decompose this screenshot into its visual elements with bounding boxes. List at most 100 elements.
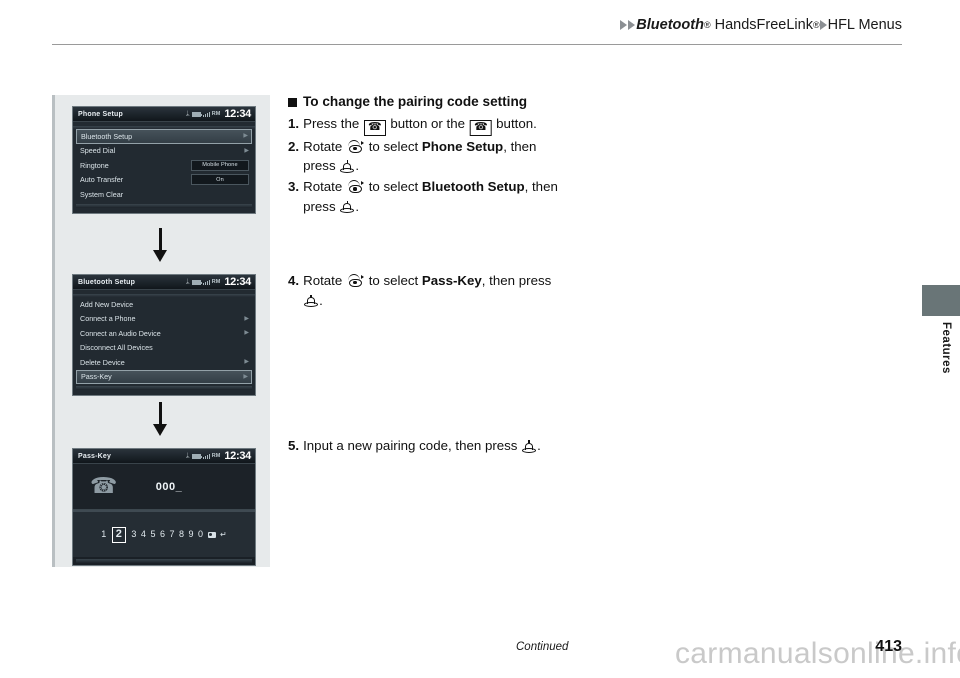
press-knob-icon xyxy=(340,160,355,173)
chevron-right-icon: ▶ xyxy=(244,330,249,337)
bluetooth-icon: ᛦ xyxy=(185,278,190,286)
screen-titlebar: Pass-Key ᛦ RM 12:34 xyxy=(73,449,255,464)
step-2-line2-pre: press xyxy=(303,158,336,174)
keypad-key-6[interactable]: 6 xyxy=(160,530,165,539)
step-5: 5. Input a new pairing code, then press … xyxy=(288,436,588,456)
list-bottom-divider xyxy=(76,386,252,390)
step-text: Press the ☎ button or the ☎ button. xyxy=(303,114,588,136)
menu-item-disconnect-all-devices[interactable]: Disconnect All Devices xyxy=(73,341,255,356)
keypad-key-2[interactable]: 2 xyxy=(111,526,126,543)
step-3-line2-post: . xyxy=(355,198,360,214)
device-screen-phone-setup: Phone Setup ᛦ RM 12:34 Bluetooth Setup ▶… xyxy=(72,106,256,214)
roaming-indicator: RM xyxy=(211,279,221,285)
screen-title: Pass-Key xyxy=(78,452,112,460)
press-knob-icon xyxy=(340,200,355,214)
keypad-key-4[interactable]: 4 xyxy=(141,530,146,539)
signal-bars-icon xyxy=(202,453,210,459)
list-bottom-divider xyxy=(76,559,252,563)
keypad-key-7[interactable]: 7 xyxy=(169,530,174,539)
step-4-pre: Rotate xyxy=(303,273,343,288)
step-4-target: Pass-Key xyxy=(421,273,482,288)
step-1-mid: button or the xyxy=(390,116,466,132)
keypad-key-5[interactable]: 5 xyxy=(150,530,155,539)
step-2-tail: , then xyxy=(503,138,537,154)
menu-item-value: On xyxy=(191,174,249,186)
watermark: carmanualsonline.info xyxy=(675,637,960,670)
menu-item-connect-a-phone[interactable]: Connect a Phone ▶ xyxy=(73,312,255,327)
instruction-block-top: To change the pairing code setting 1. Pr… xyxy=(288,92,588,216)
step-4-tail: , then press xyxy=(481,273,552,288)
step-3-tail: , then xyxy=(524,179,558,195)
step-2-line2-post: . xyxy=(355,158,360,174)
rotate-knob-icon xyxy=(347,274,364,287)
bluetooth-icon: ᛦ xyxy=(185,110,190,118)
step-2-pre: Rotate xyxy=(303,138,343,154)
breadcrumb-handsfreelink: HandsFreeLink xyxy=(714,17,813,33)
breadcrumb-hfl-menus: HFL Menus xyxy=(827,17,902,33)
menu-item-system-clear[interactable]: System Clear xyxy=(73,187,255,202)
menu-item-label: Connect a Phone xyxy=(80,314,136,324)
chevron-right-icon: ▶ xyxy=(244,147,249,154)
menu-item-label: Connect an Audio Device xyxy=(80,328,161,338)
step-text: Rotate to select Phone Setup, then press… xyxy=(303,137,588,176)
chevron-right-icon: ▶ xyxy=(243,133,248,140)
phone-handset-icon: ☎ xyxy=(90,473,118,498)
menu-item-label: Auto Transfer xyxy=(80,175,124,185)
step-3-target: Bluetooth Setup xyxy=(421,179,525,195)
screen-title: Bluetooth Setup xyxy=(78,278,136,286)
menu-item-speed-dial[interactable]: Speed Dial ▶ xyxy=(73,144,255,159)
menu-item-connect-an-audio-device[interactable]: Connect an Audio Device ▶ xyxy=(73,326,255,341)
header-divider xyxy=(52,44,902,45)
keypad-key-0[interactable]: 0 xyxy=(198,530,203,539)
numeric-keypad[interactable]: 1 2 3 4 5 6 7 8 9 0 ↵ xyxy=(73,510,255,557)
device-screen-pass-key: Pass-Key ᛦ RM 12:34 ☎ 000_ 1 2 3 4 5 6 7… xyxy=(72,448,256,566)
menu-item-bluetooth-setup[interactable]: Bluetooth Setup ▶ xyxy=(76,129,252,144)
instruction-block-step4: 4. Rotate to select Pass-Key, then press… xyxy=(288,270,588,310)
signal-bars-icon xyxy=(202,111,210,117)
rotate-knob-icon xyxy=(347,139,364,153)
menu-item-add-new-device[interactable]: Add New Device xyxy=(73,297,255,312)
step-2-target: Phone Setup xyxy=(421,138,504,154)
battery-icon xyxy=(191,279,202,285)
keypad-key-8[interactable]: 8 xyxy=(179,530,184,539)
continued-label: Continued xyxy=(516,641,569,653)
step-3-line2-pre: press xyxy=(303,198,336,214)
menu-item-label: Add New Device xyxy=(80,299,134,309)
menu-item-pass-key[interactable]: Pass-Key ▶ xyxy=(76,369,252,384)
illustration-panel: Phone Setup ᛦ RM 12:34 Bluetooth Setup ▶… xyxy=(52,95,270,567)
section-heading-text: To change the pairing code setting xyxy=(303,94,528,109)
menu-item-label: Bluetooth Setup xyxy=(81,131,133,141)
screen-titlebar: Bluetooth Setup ᛦ RM 12:34 xyxy=(73,275,255,290)
menu-item-delete-device[interactable]: Delete Device ▶ xyxy=(73,355,255,370)
screen-title: Phone Setup xyxy=(78,110,123,118)
chevron-right-icon: ▶ xyxy=(244,315,249,322)
step-text: Rotate to select Bluetooth Setup, then p… xyxy=(303,177,588,216)
registered-mark-icon: ® xyxy=(703,20,711,30)
menu-item-ringtone[interactable]: Ringtone Mobile Phone xyxy=(73,158,255,173)
step-number: 5. xyxy=(288,438,300,453)
section-heading: To change the pairing code setting xyxy=(288,92,588,112)
keypad-key-1[interactable]: 1 xyxy=(101,530,106,539)
step-text: Input a new pairing code, then press . xyxy=(303,436,588,456)
backspace-icon[interactable] xyxy=(207,531,216,538)
step-2-mid: to select xyxy=(368,138,419,154)
rotate-knob-icon xyxy=(347,180,364,194)
menu-list: Bluetooth Setup ▶ Speed Dial ▶ Ringtone … xyxy=(73,122,255,213)
passkey-display: ☎ 000_ xyxy=(73,464,255,510)
breadcrumb-arrow-icon xyxy=(628,20,636,30)
step-number: 1. xyxy=(288,116,300,132)
step-3-pre: Rotate xyxy=(303,179,343,195)
section-tab-marker xyxy=(922,285,960,316)
menu-item-label: Delete Device xyxy=(80,357,125,367)
keypad-key-9[interactable]: 9 xyxy=(189,530,194,539)
registered-mark-icon: ® xyxy=(812,20,820,30)
step-3-mid: to select xyxy=(368,179,419,195)
menu-item-label: Disconnect All Devices xyxy=(80,343,153,353)
enter-icon[interactable]: ↵ xyxy=(220,530,227,539)
list-bottom-divider xyxy=(76,203,252,208)
menu-item-auto-transfer[interactable]: Auto Transfer On xyxy=(73,173,255,188)
instruction-block-step5: 5. Input a new pairing code, then press … xyxy=(288,435,588,456)
step-1-post: button. xyxy=(496,116,537,132)
menu-item-value: Mobile Phone xyxy=(191,159,249,171)
keypad-key-3[interactable]: 3 xyxy=(131,530,136,539)
